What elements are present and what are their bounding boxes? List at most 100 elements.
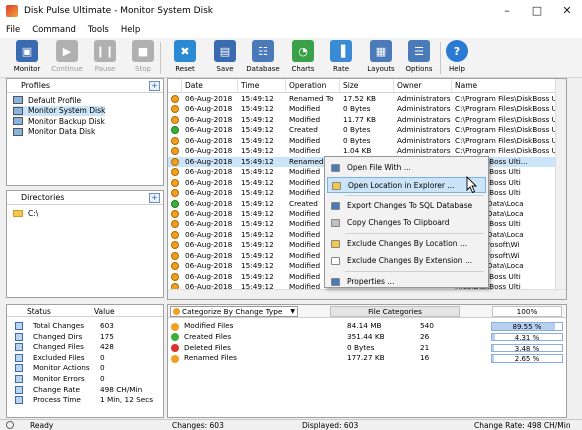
menu-command[interactable]: Command [32, 25, 76, 35]
stat-icon [15, 332, 23, 341]
category-size: 177.27 KB [347, 353, 385, 363]
table-header-operation[interactable]: Operation [286, 79, 340, 93]
table-row[interactable]: 06-Aug-2018 15:49:12 Created 0 Bytes Adminis… [168, 125, 566, 136]
stat-value: 498 CH/Min [100, 384, 143, 394]
category-row[interactable]: Renamed Files 177.27 KB 16 2.65 % [168, 353, 568, 364]
toolbar-layouts-button[interactable]: ▦ Layouts [362, 40, 400, 76]
profile-item[interactable]: Monitor System Disk [13, 105, 106, 116]
context-menu-item[interactable]: Exclude Changes By Location ... [327, 236, 486, 252]
context-menu-item[interactable]: Exclude Changes By Extension ... [327, 253, 486, 269]
cell-time: 15:49:12 [241, 94, 274, 103]
database-icon: ☷ [252, 40, 274, 62]
charts-icon: ◔ [292, 40, 314, 62]
category-row[interactable]: Created Files 351.44 KB 26 4.31 % [168, 332, 568, 343]
menu-file[interactable]: File [6, 25, 20, 35]
table-header-name[interactable]: Name [452, 79, 557, 93]
toolbar-database-button[interactable]: ☷ Database [244, 40, 282, 76]
context-menu-item[interactable]: Open Location in Explorer ... [327, 176, 486, 193]
category-status-icon [171, 344, 179, 353]
category-count: 540 [420, 321, 434, 330]
toolbar-save-button[interactable]: ▤ Save [206, 40, 244, 76]
toolbar-options-button[interactable]: ☰ Options [400, 40, 438, 76]
directories-title: Directories [21, 193, 65, 202]
table-header-date[interactable]: Date [182, 79, 238, 93]
cell-owner: Administrators [397, 114, 451, 124]
menu-help[interactable]: Help [121, 25, 140, 35]
cell-time: 15:49:12 [241, 156, 274, 166]
table-header-owner[interactable]: Owner [394, 79, 452, 93]
toolbar-stop-button[interactable]: ■ Stop [124, 40, 162, 76]
stats-panel: Status Value Total Changes 603 Changed Dir… [6, 304, 164, 418]
categorize-dropdown[interactable]: Categorize By Change Type ▼ [170, 306, 298, 317]
cell-owner: Administrators [397, 94, 451, 103]
table-row[interactable]: 06-Aug-2018 15:49:12 Modified 0 Bytes Admini… [168, 135, 566, 147]
minimize-button[interactable]: – [492, 0, 522, 22]
modified-status-icon [171, 220, 179, 229]
stat-value: 0 [100, 352, 105, 362]
table-header-time[interactable]: Time [238, 79, 286, 93]
category-row[interactable]: Modified Files 84.14 MB 540 89.55 % [168, 321, 568, 332]
context-menu-item[interactable]: Export Changes To SQL Database [327, 198, 486, 214]
toolbar-charts-button[interactable]: ◔ Charts [284, 40, 322, 76]
cell-op: Created [289, 125, 318, 135]
category-status-icon [171, 322, 179, 331]
profile-label: Default Profile [28, 95, 82, 105]
category-row[interactable]: Deleted Files 0 Bytes 21 3.48 % [168, 343, 568, 354]
cell-time: 15:49:12 [241, 219, 274, 229]
app-icon [6, 5, 18, 17]
stat-label: Total Changes [33, 321, 85, 330]
table-row[interactable]: 06-Aug-2018 15:49:12 Modified 11.77 KB Admin… [168, 114, 566, 126]
chevron-down-icon: ▼ [290, 308, 295, 315]
directories-add-button[interactable]: + [149, 193, 160, 203]
category-count: 26 [420, 331, 430, 341]
close-button[interactable]: ✕ [552, 0, 582, 22]
save-icon: ▤ [214, 40, 236, 62]
stats-row: Changed Files 428 [15, 342, 165, 352]
percent-header[interactable]: 100% [492, 306, 562, 317]
context-menu-item[interactable]: Copy Changes To Clipboard [327, 215, 486, 231]
stat-label: Process Time [33, 395, 81, 405]
toolbar-label: Continue [51, 65, 83, 73]
toolbar-help-button[interactable]: ? Help [438, 40, 476, 76]
file-categories-header[interactable]: File Categories [330, 306, 460, 317]
table-row[interactable]: 06-Aug-2018 15:49:12 Modified 0 Bytes Admini… [168, 104, 566, 115]
directory-item[interactable]: C:\ [13, 208, 38, 218]
toolbar-reset-button[interactable]: ✖ Reset [166, 40, 204, 76]
toolbar-rate-button[interactable]: ▐ Rate [322, 40, 360, 76]
table-row[interactable]: 06-Aug-2018 15:49:12 Renamed To 17.52 KB Adm… [168, 94, 566, 105]
table-vertical-scrollbar[interactable] [555, 79, 566, 299]
table-header-size[interactable]: Size [340, 79, 394, 93]
toolbar-label: Save [216, 65, 234, 73]
menu-tools[interactable]: Tools [88, 25, 109, 35]
folder-icon [13, 209, 23, 217]
profile-item[interactable]: Monitor Backup Disk [13, 116, 105, 126]
cell-time: 15:49:12 [241, 271, 274, 281]
context-menu-label: Exclude Changes By Location ... [347, 239, 467, 248]
profile-item[interactable]: Monitor Data Disk [13, 127, 95, 137]
context-menu-item[interactable]: Properties ... [327, 274, 486, 290]
open-file-icon [331, 164, 340, 172]
category-label: Created Files [184, 331, 232, 341]
profile-label: Monitor Data Disk [28, 127, 96, 136]
clipboard-icon [331, 218, 340, 227]
cell-time: 15:49:12 [241, 125, 274, 135]
profiles-add-button[interactable]: + [149, 81, 160, 91]
toolbar-monitor-button[interactable]: ▣ Monitor [8, 40, 46, 76]
context-menu-item[interactable]: Open File With ... [327, 160, 486, 176]
cell-time: 15:49:12 [241, 188, 274, 198]
toolbar-continue-button[interactable]: ▶ Continue [48, 40, 86, 76]
modified-status-icon [171, 189, 179, 198]
cell-size: 17.52 KB [343, 94, 376, 103]
stat-value: 0 [100, 363, 105, 373]
cell-date: 06-Aug-2018 [185, 198, 233, 208]
maximize-button[interactable]: □ [522, 0, 552, 22]
toolbar-pause-button[interactable]: ❙❙ Pause [86, 40, 124, 76]
toolbar-label: Reset [175, 65, 195, 73]
cell-op: Modified [289, 135, 321, 145]
stat-label: Excluded Files [33, 352, 85, 362]
table-horizontal-scrollbar[interactable] [168, 289, 566, 299]
category-icon [173, 308, 180, 315]
menu-separator [345, 195, 484, 196]
table-header-status[interactable] [168, 79, 182, 93]
profile-item[interactable]: Default Profile [13, 95, 81, 105]
